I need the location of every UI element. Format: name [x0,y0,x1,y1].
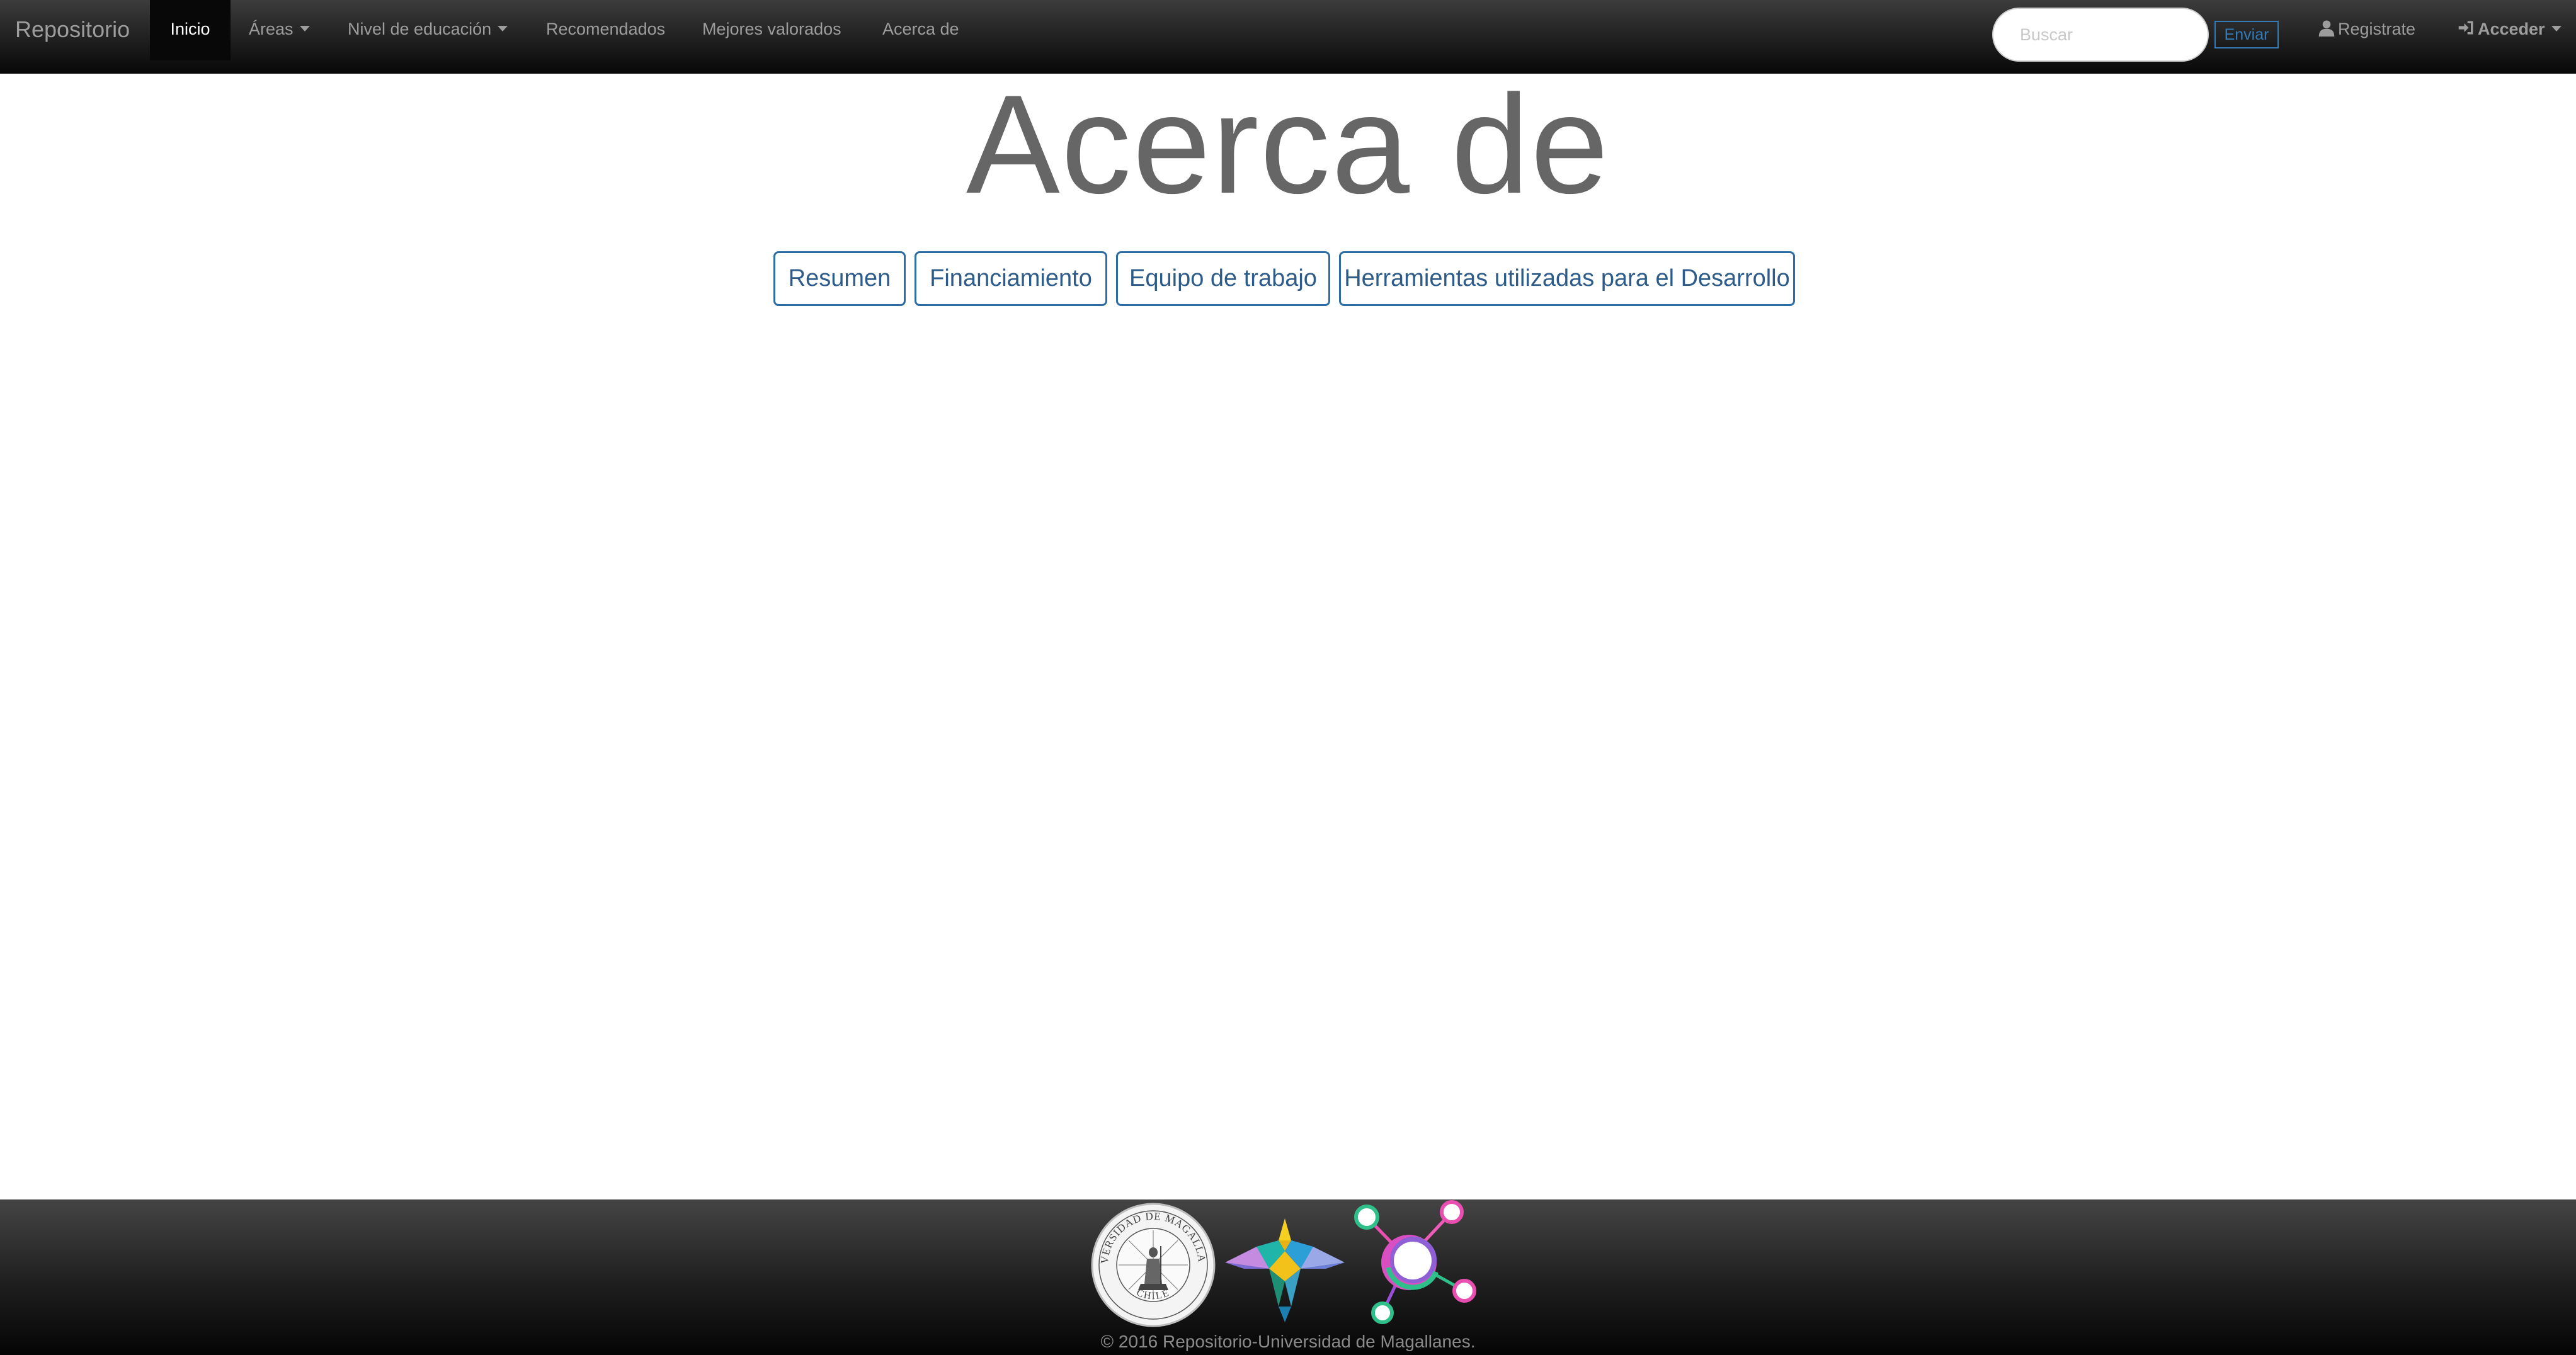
login-label: Acceder [2478,20,2545,38]
nav-item-label: Áreas [249,20,294,38]
nav-item-label: Nivel de educación [348,20,492,38]
tab-financiamiento[interactable]: Financiamiento [915,251,1107,306]
nav-item-acerca-de[interactable]: Acerca de [882,0,959,60]
tab-herramientas-desarrollo[interactable]: Herramientas utilizadas para el Desarrol… [1339,251,1795,306]
nav-item-recomendados[interactable]: Recomendados [546,0,665,60]
page-title: Acerca de [966,66,1610,223]
nav-item-inicio[interactable]: Inicio [150,0,231,60]
register-label: Registrate [2338,20,2416,38]
molecule-logo [1354,1200,1476,1324]
nav-item-label: Mejores valorados [702,20,841,38]
search-input[interactable] [1992,8,2209,62]
login-dropdown[interactable]: Acceder [2458,0,2562,58]
submit-search-button[interactable]: Enviar [2214,21,2279,48]
user-icon [2318,20,2335,37]
register-link[interactable]: Registrate [2318,0,2415,58]
nav-item-label: Recomendados [546,20,666,38]
top-navbar: Repositorio Inicio Áreas Nivel de educac… [0,0,2576,74]
footer: UNIVERSIDAD DE MAGALLANES CHILE [0,1199,2576,1355]
nav-item-areas[interactable]: Áreas [249,0,310,60]
nav-item-nivel-educacion[interactable]: Nivel de educación [348,0,508,60]
nav-item-mejores-valorados[interactable]: Mejores valorados [702,0,841,60]
university-seal-logo: UNIVERSIDAD DE MAGALLANES CHILE [1090,1202,1216,1327]
caret-down-icon [498,26,508,32]
tab-resumen[interactable]: Resumen [773,251,906,306]
caret-down-icon [299,26,310,32]
brand-link[interactable]: Repositorio [15,0,130,59]
tab-equipo-de-trabajo[interactable]: Equipo de trabajo [1116,251,1330,306]
caret-down-icon [2551,26,2562,32]
footer-logos: UNIVERSIDAD DE MAGALLANES CHILE [0,1199,2576,1332]
login-icon [2458,21,2473,35]
copyright-text: © 2016 Repositorio-Universidad de Magall… [1100,1332,1476,1351]
nav-item-label: Inicio [170,20,210,38]
bird-logo [1225,1218,1345,1322]
nav-item-label: Acerca de [882,20,959,38]
